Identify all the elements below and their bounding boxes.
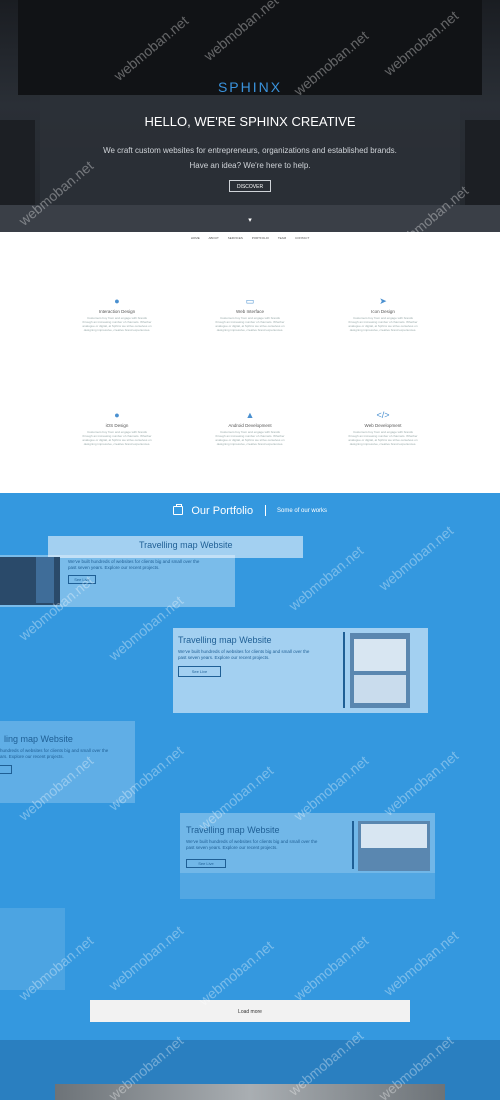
services-section: ● Interaction Design Customers buy from … <box>0 246 500 493</box>
service-title: iOS Design <box>105 423 129 428</box>
nav-item-about[interactable]: ABOUT <box>209 236 219 240</box>
divider <box>343 632 345 708</box>
hero-subtitle-line2: Have an idea? We're here to help. <box>189 161 311 170</box>
mouse-scroll-icon[interactable]: ▾ <box>244 216 256 224</box>
briefcase-icon <box>172 504 183 516</box>
discover-button[interactable]: DISCOVER <box>229 180 271 192</box>
service-description: Customers buy from and engage with brand… <box>215 430 285 446</box>
service-item: ▲ Android Development Customers buy from… <box>215 410 285 446</box>
hero-section: SPHINX HELLO, WE'RE SPHINX CREATIVE We c… <box>0 0 500 232</box>
service-title: Interaction Design <box>98 309 136 314</box>
service-item: </> Web Development Customers buy from a… <box>348 410 418 446</box>
service-title: Android Development <box>228 423 272 428</box>
code-icon: </> <box>376 410 390 420</box>
hero-subtitle: We craft custom websites for entrepreneu… <box>0 143 500 173</box>
service-description: Customers buy from and engage with brand… <box>348 316 418 332</box>
service-title: Icon Design <box>371 309 395 314</box>
portfolio-card[interactable]: Travelling map Website We've built hundr… <box>0 540 235 607</box>
load-more-button[interactable]: Load more <box>90 1000 410 1022</box>
service-item: ● Interaction Design Customers buy from … <box>82 296 152 332</box>
portfolio-card[interactable]: Travelling map Website We've built hundr… <box>173 628 428 713</box>
service-title: Web Development <box>364 423 402 428</box>
portfolio-section: Our Portfolio Some of our works Travelli… <box>0 493 500 1040</box>
nav-item-team[interactable]: TEAM <box>278 236 286 240</box>
service-description: Customers buy from and engage with brand… <box>348 430 418 446</box>
portfolio-subtitle: Some of our works <box>277 507 328 514</box>
nav-item-contact[interactable]: CONTACT <box>295 236 309 240</box>
service-item: ➤ Icon Design Customers buy from and eng… <box>348 296 418 332</box>
android-icon: ▲ <box>245 410 255 420</box>
card-title: Travelling map Website <box>178 635 272 645</box>
nav-item-services[interactable]: SERVICES <box>228 236 243 240</box>
project-screenshot <box>358 821 430 871</box>
portfolio-card-shadow <box>180 873 435 899</box>
site-logo[interactable]: SPHINX <box>0 79 500 95</box>
portfolio-card[interactable]: Travelling map Website We've built hundr… <box>180 813 435 873</box>
lightbulb-icon: ● <box>114 296 120 306</box>
portfolio-card[interactable]: ling map Website hundreds of websites fo… <box>0 721 135 803</box>
portfolio-header: Our Portfolio Some of our works <box>0 502 500 520</box>
service-description: Customers buy from and engage with brand… <box>215 316 285 332</box>
hero-title: HELLO, WE'RE SPHINX CREATIVE <box>144 114 356 129</box>
service-description: Customers buy from and engage with brand… <box>82 316 152 332</box>
project-screenshot <box>0 557 60 605</box>
main-nav: HOME ABOUT SERVICES PORTFOLIO TEAM CONTA… <box>0 236 500 246</box>
nav-item-home[interactable]: HOME <box>191 236 200 240</box>
see-live-button[interactable]: See Live <box>178 666 221 677</box>
service-title: Web Interface <box>236 309 264 314</box>
hero-subtitle-line1: We craft custom websites for entrepreneu… <box>103 146 397 155</box>
section-background-image <box>55 1084 445 1100</box>
portfolio-card[interactable] <box>0 908 65 990</box>
nav-item-portfolio[interactable]: PORTFOLIO <box>252 236 269 240</box>
monitor-icon: ▭ <box>245 296 255 306</box>
apple-icon: ● <box>114 410 120 420</box>
divider <box>264 505 266 517</box>
card-description: We've built hundreds of websites for cli… <box>178 649 310 660</box>
service-item: ● iOS Design Customers buy from and enga… <box>82 410 152 446</box>
card-title: ling map Website <box>4 734 73 744</box>
card-description: hundreds of websites for clients big and… <box>0 748 109 759</box>
next-section <box>0 1040 500 1100</box>
service-description: Customers buy from and engage with brand… <box>82 430 152 446</box>
portfolio-title: Our Portfolio <box>191 504 254 517</box>
card-title: Travelling map Website <box>139 540 233 550</box>
divider <box>352 821 354 869</box>
card-description: We've built hundreds of websites for cli… <box>68 559 200 570</box>
service-item: ▭ Web Interface Customers buy from and e… <box>215 296 285 332</box>
see-live-button[interactable]: See Live <box>68 575 96 584</box>
rocket-icon: ➤ <box>379 296 387 306</box>
project-screenshot <box>350 633 410 708</box>
see-live-button[interactable] <box>0 765 12 774</box>
card-title: Travelling map Website <box>186 825 280 835</box>
card-description: We've built hundreds of websites for cli… <box>186 839 318 850</box>
see-live-button[interactable]: See Live <box>186 859 226 868</box>
